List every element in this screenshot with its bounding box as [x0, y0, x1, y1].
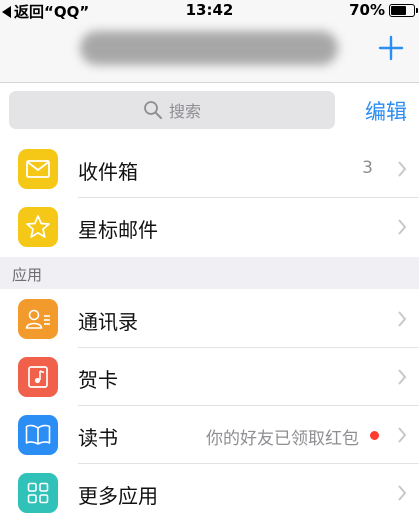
- app-more[interactable]: 更多应用: [0, 464, 419, 522]
- chevron-right-icon: [398, 161, 407, 177]
- book-icon: [18, 415, 58, 455]
- unread-dot: [370, 431, 379, 440]
- battery-percent: 70%: [349, 1, 385, 19]
- grid-icon: [18, 473, 58, 513]
- app-reading[interactable]: 读书 你的好友已领取红包: [0, 406, 419, 464]
- battery-icon: [389, 3, 418, 17]
- chevron-right-icon: [398, 219, 407, 235]
- search-icon: [144, 101, 162, 119]
- app-label: 贺卡: [78, 368, 118, 392]
- unread-count: 3: [362, 158, 373, 178]
- plus-icon[interactable]: [377, 34, 405, 62]
- nav-bar: [0, 20, 419, 83]
- mailbox-inbox[interactable]: 收件箱 3: [0, 140, 419, 198]
- app-greeting-card[interactable]: 贺卡: [0, 348, 419, 406]
- app-label: 通讯录: [78, 310, 138, 334]
- card-icon: [18, 357, 58, 397]
- chevron-right-icon: [398, 427, 407, 443]
- battery-fill: [391, 5, 406, 15]
- envelope-icon: [18, 149, 58, 189]
- account-title-blurred: [80, 31, 338, 65]
- chevron-right-icon: [398, 485, 407, 501]
- chevron-right-icon: [398, 311, 407, 327]
- app-contacts[interactable]: 通讯录: [0, 290, 419, 348]
- app-label: 读书: [78, 426, 118, 450]
- battery-nub: [416, 7, 418, 13]
- search-placeholder: 搜索: [168, 102, 201, 121]
- chevron-right-icon: [398, 369, 407, 385]
- apps-section-header: 应用: [0, 257, 419, 289]
- search-input[interactable]: 搜索: [9, 91, 335, 129]
- app-label: 更多应用: [78, 484, 158, 508]
- star-icon: [18, 207, 58, 247]
- mailbox-label: 星标邮件: [78, 218, 158, 242]
- edit-button[interactable]: 编辑: [365, 96, 407, 126]
- battery-status: 70%: [349, 1, 418, 19]
- section-title: 应用: [12, 266, 43, 284]
- status-bar: 返回“QQ” 13:42 70%: [0, 0, 419, 21]
- contacts-icon: [18, 299, 58, 339]
- notification-text: 你的好友已领取红包: [206, 429, 359, 449]
- mailbox-label: 收件箱: [78, 160, 138, 184]
- search-row: 搜索 编辑: [0, 83, 419, 138]
- mailbox-starred[interactable]: 星标邮件: [0, 198, 419, 256]
